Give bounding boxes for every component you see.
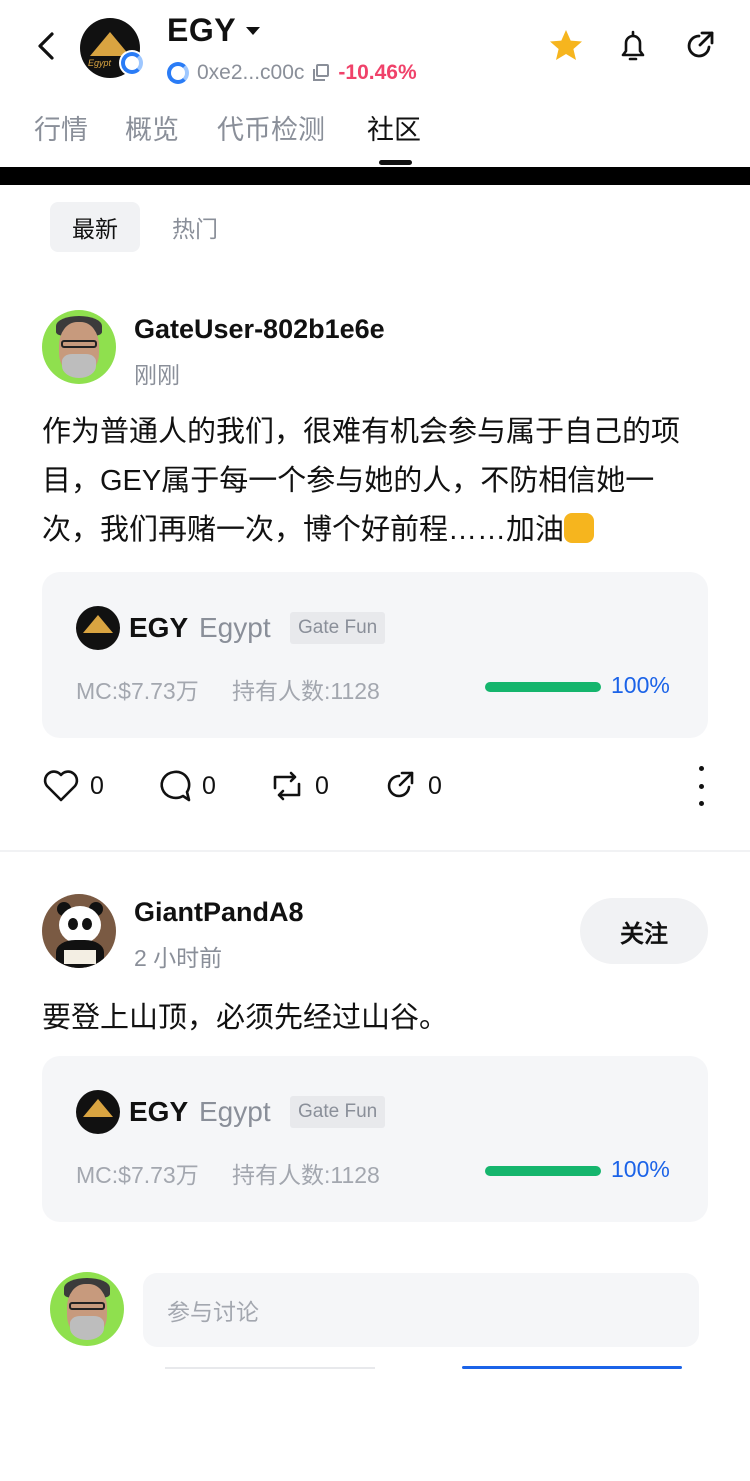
tab-community[interactable]: 社区 (367, 108, 421, 147)
header-divider (0, 167, 750, 185)
post-separator (0, 850, 750, 852)
price-change: -10.46% (338, 61, 417, 84)
copy-icon[interactable] (312, 64, 330, 82)
filter-hot[interactable]: 热门 (150, 202, 240, 252)
discussion-input[interactable]: 参与讨论 (143, 1273, 699, 1347)
share-count: 0 (428, 771, 442, 800)
post-content: 要登上山顶，必须先经过山谷。 (42, 1002, 449, 1034)
avatar[interactable] (42, 310, 116, 384)
filter-latest[interactable]: 最新 (50, 202, 140, 252)
post-content: 作为普通人的我们，很难有机会参与属于自己的项目，GEY属于每一个参与她的人，不防… (42, 408, 712, 555)
bottom-divider (165, 1367, 375, 1369)
post-username[interactable]: GiantPandA8 (134, 897, 304, 928)
token-name: Egypt (199, 612, 271, 643)
token-logo (76, 1090, 120, 1134)
like-count: 0 (90, 771, 104, 800)
token-name: Egypt (199, 1096, 271, 1127)
address-row: 0xe2...c00c -10.46% (167, 60, 417, 86)
bell-icon[interactable] (615, 28, 651, 64)
holder-count: 持有人数:1128 (232, 1162, 380, 1188)
share-icon[interactable] (682, 28, 718, 64)
progress-percent: 100% (611, 672, 670, 698)
progress-bar (485, 1166, 601, 1176)
raised-fist-icon (564, 513, 595, 543)
tab-market[interactable]: 行情 (34, 108, 88, 147)
more-options-icon[interactable] (696, 766, 706, 806)
comment-icon (160, 770, 191, 802)
top-header: Egypt EGY 0xe2...c00c -10.46% (0, 0, 750, 100)
chain-badge-icon (119, 50, 145, 76)
active-tab-indicator (379, 160, 412, 165)
tab-token-check[interactable]: 代币检测 (217, 108, 325, 147)
token-symbol: EGY (129, 1096, 189, 1127)
post-actions: 0 0 0 0 (42, 766, 712, 806)
market-cap: MC:$7.73万 (76, 1162, 199, 1188)
comment-button[interactable]: 0 (156, 766, 216, 806)
my-avatar (50, 1272, 124, 1346)
repost-button[interactable]: 0 (269, 766, 329, 806)
comment-count: 0 (202, 771, 216, 800)
token-card[interactable]: EGY Egypt Gate Fun MC:$7.73万 持有人数:1128 1… (42, 1056, 708, 1222)
market-cap: MC:$7.73万 (76, 678, 199, 704)
holder-count: 持有人数:1128 (232, 678, 380, 704)
bottom-indicator (462, 1366, 682, 1369)
token-tag: Gate Fun (290, 1096, 386, 1128)
contract-address: 0xe2...c00c (197, 61, 305, 84)
avatar[interactable] (42, 894, 116, 968)
post-time: 刚刚 (134, 362, 180, 388)
chain-icon (167, 62, 189, 84)
share-button[interactable]: 0 (382, 766, 442, 806)
tab-bar: 行情 概览 代币检测 社区 (0, 104, 750, 166)
back-arrow-icon[interactable] (28, 28, 64, 64)
share-icon (387, 771, 414, 798)
tab-overview[interactable]: 概览 (125, 108, 179, 147)
star-icon[interactable] (548, 28, 584, 64)
token-logo (76, 606, 120, 650)
like-button[interactable]: 0 (42, 766, 104, 806)
progress-bar (485, 682, 601, 692)
post-username[interactable]: GateUser-802b1e6e (134, 314, 385, 345)
post-time: 2 小时前 (134, 945, 223, 971)
repost-count: 0 (315, 771, 329, 800)
token-card[interactable]: EGY Egypt Gate Fun MC:$7.73万 持有人数:1128 1… (42, 572, 708, 738)
heart-icon (43, 770, 79, 802)
follow-button[interactable]: 关注 (580, 898, 708, 964)
token-tag: Gate Fun (290, 612, 386, 644)
progress-percent: 100% (611, 1156, 670, 1182)
token-title[interactable]: EGY (167, 12, 236, 49)
dropdown-caret-icon[interactable] (246, 27, 260, 35)
token-symbol: EGY (129, 612, 189, 643)
sort-filters: 最新 热门 (50, 202, 240, 252)
repost-icon (273, 771, 301, 801)
